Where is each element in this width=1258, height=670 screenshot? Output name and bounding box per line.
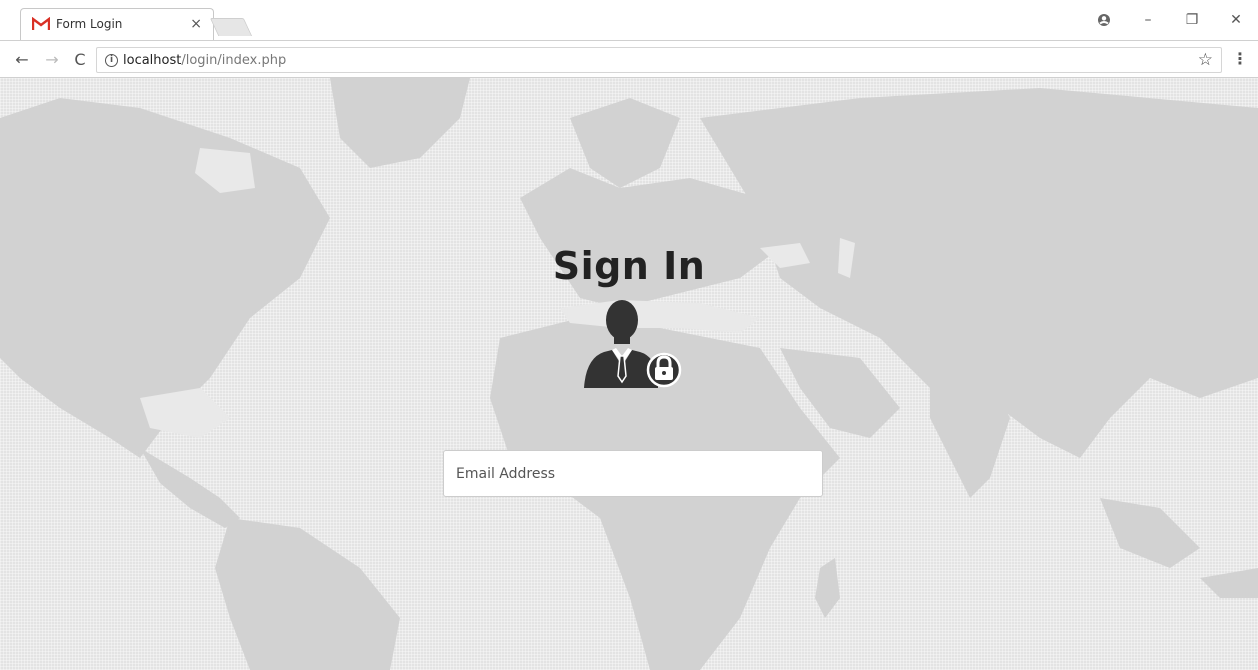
tab-close-icon[interactable]: ×: [190, 16, 202, 32]
user-lock-icon: [584, 300, 682, 388]
browser-menu-icon[interactable]: ⋮: [1232, 49, 1248, 68]
tab-title: Form Login: [56, 17, 123, 31]
close-window-icon[interactable]: ✕: [1214, 0, 1258, 40]
reload-icon[interactable]: C: [68, 47, 92, 71]
back-arrow-icon[interactable]: ←: [10, 47, 34, 71]
restore-icon[interactable]: ❐: [1170, 0, 1214, 40]
new-tab-button[interactable]: [209, 18, 253, 36]
window-controls: – ❐ ✕: [1082, 0, 1258, 40]
browser-toolbar: ← → C i localhost/login/index.php ☆ ⋮: [0, 40, 1258, 78]
profile-icon[interactable]: [1082, 0, 1126, 40]
email-field[interactable]: [443, 450, 823, 497]
bookmark-star-icon[interactable]: ☆: [1198, 50, 1213, 70]
browser-tab-content[interactable]: Form Login ×: [24, 8, 210, 40]
address-bar[interactable]: i localhost/login/index.php ☆: [96, 47, 1222, 73]
page-title: Sign In: [552, 244, 706, 288]
url-host: localhost: [123, 52, 182, 68]
gmail-icon: [32, 17, 50, 30]
url-path: /login/index.php: [181, 52, 287, 68]
browser-titlebar: Form Login × – ❐ ✕: [0, 0, 1258, 40]
minimize-icon[interactable]: –: [1126, 0, 1170, 40]
forward-arrow-icon[interactable]: →: [40, 47, 64, 71]
info-icon[interactable]: i: [105, 53, 118, 67]
page-background: Sign In: [0, 78, 1258, 670]
